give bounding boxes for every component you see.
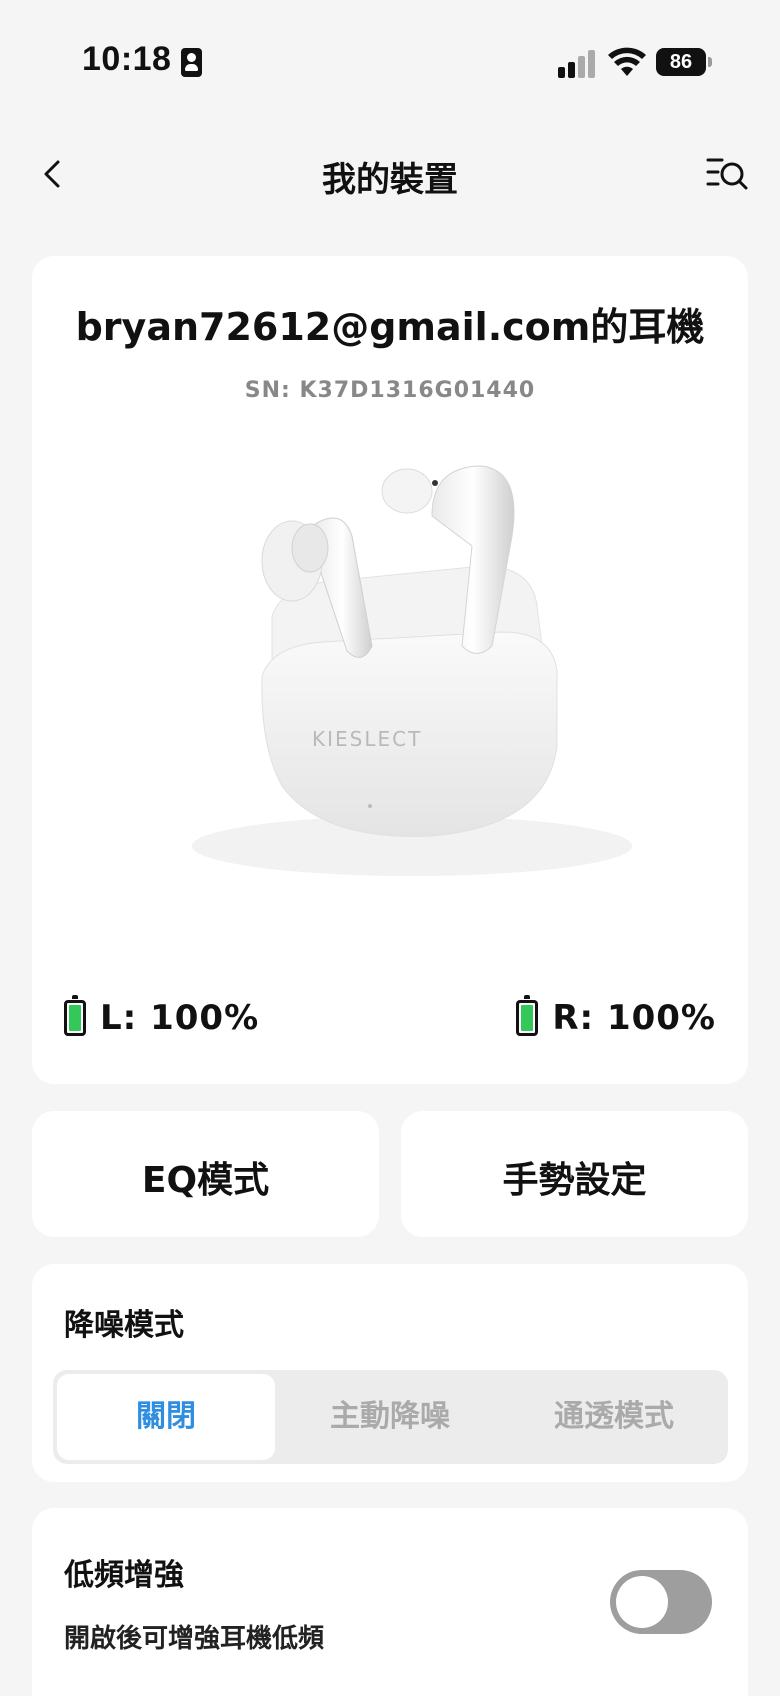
id-card-icon xyxy=(181,48,202,77)
earbuds-product-image: KIESLECT xyxy=(192,465,632,876)
noise-cancellation-title: 降噪模式 xyxy=(64,1308,184,1343)
noise-mode-off[interactable]: 關閉 xyxy=(57,1374,275,1460)
noise-cancellation-card: 降噪模式 關閉 主動降噪 通透模式 xyxy=(32,1264,748,1482)
right-battery-text: R: 100% xyxy=(552,998,716,1038)
toggle-knob xyxy=(616,1576,668,1628)
noise-mode-transparency[interactable]: 通透模式 xyxy=(505,1374,723,1460)
bass-boost-title: 低頻增強 xyxy=(64,1558,184,1593)
status-time: 10:18 xyxy=(82,40,172,78)
left-earbud-battery: L: 100% xyxy=(64,995,260,1042)
device-serial-number: SN: K37D1316G01440 xyxy=(244,378,536,403)
device-card: bryan72612@gmail.com的耳機 SN: K37D1316G014… xyxy=(32,256,748,1084)
noise-mode-anc[interactable]: 主動降噪 xyxy=(281,1374,499,1460)
left-battery-text: L: 100% xyxy=(100,998,260,1038)
list-search-icon[interactable] xyxy=(704,154,750,194)
gesture-settings-button[interactable]: 手勢設定 xyxy=(401,1111,748,1237)
battery-icon xyxy=(64,995,86,1036)
bass-boost-card: 低頻增強 開啟後可增強耳機低頻 xyxy=(32,1508,748,1696)
gesture-settings-label: 手勢設定 xyxy=(502,1160,647,1201)
battery-icon: 86 xyxy=(656,48,712,76)
eq-mode-button[interactable]: EQ模式 xyxy=(32,1111,379,1237)
noise-mode-segmented-control: 關閉 主動降噪 通透模式 xyxy=(53,1370,728,1464)
status-bar: 10:18 86 xyxy=(0,0,780,126)
device-name: bryan72612@gmail.com的耳機 xyxy=(75,305,705,349)
bass-boost-toggle[interactable] xyxy=(610,1570,712,1634)
bass-boost-description: 開啟後可增強耳機低頻 xyxy=(64,1624,325,1654)
battery-icon xyxy=(516,995,539,1036)
wifi-icon xyxy=(608,47,646,76)
page-title: 我的裝置 xyxy=(322,160,458,200)
eq-mode-label: EQ模式 xyxy=(141,1160,270,1201)
cellular-signal-icon xyxy=(558,50,598,78)
nav-bar: 我的裝置 xyxy=(0,140,780,210)
right-earbud-battery: R: 100% xyxy=(516,995,716,1042)
case-brand-logo: KIESLECT xyxy=(312,727,422,751)
